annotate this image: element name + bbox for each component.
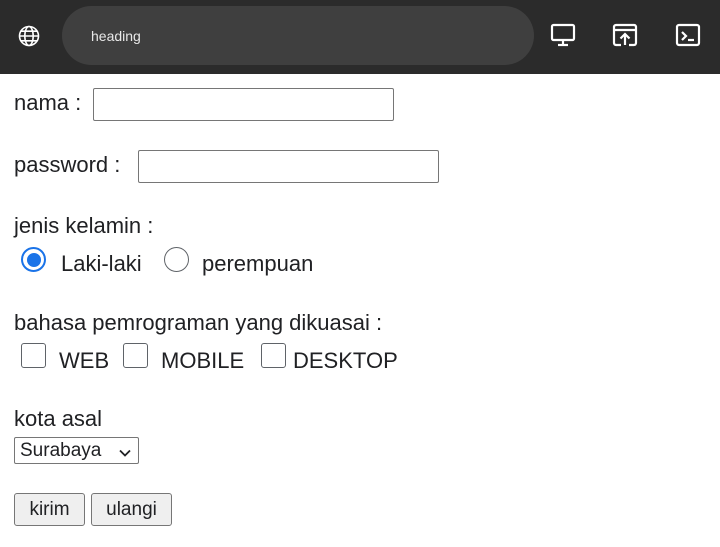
globe-icon[interactable]	[15, 22, 43, 50]
gender-option-label: perempuan	[202, 251, 314, 276]
reset-button[interactable]: ulangi	[91, 493, 172, 526]
gender-option-label: Laki-laki	[61, 251, 142, 276]
address-text: heading	[91, 27, 141, 44]
gender-radio-laki-laki[interactable]	[21, 247, 46, 272]
chevron-down-icon	[118, 444, 132, 466]
language-option-label: DESKTOP	[293, 348, 398, 373]
city-selected-value: Surabaya	[20, 439, 102, 461]
open-in-new-icon[interactable]	[611, 21, 639, 49]
language-option-label: WEB	[59, 348, 110, 373]
city-select[interactable]: Surabaya	[14, 437, 139, 464]
checkbox-desktop[interactable]	[261, 343, 286, 368]
browser-toolbar: heading	[0, 0, 720, 74]
nama-input[interactable]	[93, 88, 394, 121]
city-label: kota asal	[14, 406, 103, 431]
nama-label: nama :	[14, 90, 82, 115]
password-label: password :	[14, 152, 121, 177]
password-input[interactable]	[138, 150, 439, 183]
gender-radio-perempuan[interactable]	[164, 247, 189, 272]
checkbox-mobile[interactable]	[123, 343, 148, 368]
terminal-icon[interactable]	[674, 21, 702, 49]
languages-label: bahasa pemrograman yang dikuasai :	[14, 310, 383, 335]
desktop-icon[interactable]	[549, 21, 577, 49]
checkbox-web[interactable]	[21, 343, 46, 368]
gender-label: jenis kelamin :	[14, 213, 154, 238]
submit-button[interactable]: kirim	[14, 493, 85, 526]
language-option-label: MOBILE	[161, 348, 245, 373]
address-bar[interactable]: heading	[62, 6, 534, 65]
